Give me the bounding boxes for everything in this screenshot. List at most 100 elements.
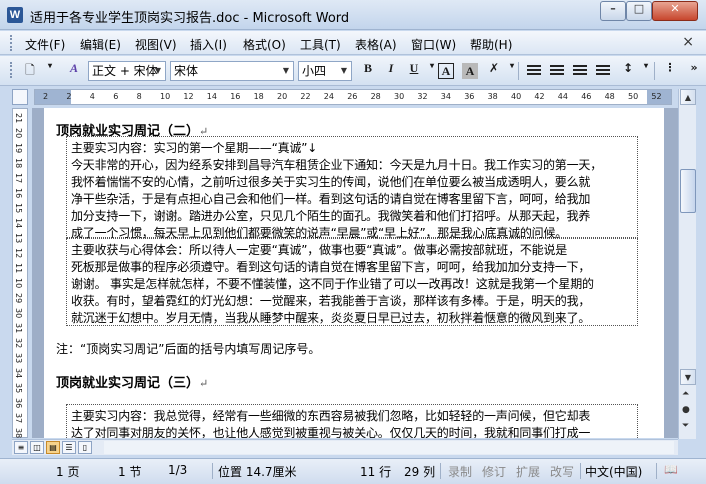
character-scale-icon[interactable]: ✗ [484, 61, 504, 81]
underline-button[interactable]: U [404, 61, 424, 81]
close-button[interactable]: ✕ [652, 1, 698, 21]
status-line: 11 行 [360, 465, 392, 479]
styles-formatting-icon[interactable]: A [64, 61, 84, 81]
menu-edit[interactable]: 编辑(E) [80, 36, 121, 53]
textbox-gains-week-2[interactable]: 主要收获与心得体会：所以待人一定要“真诚”，做事也要“真诚”。做事必需按部就班，… [66, 238, 638, 326]
ruler-tick-label: 30 [14, 308, 23, 319]
vertical-ruler[interactable]: 21 20 19 18 17 16 15 14 13 12 11 10 29 30 31 32 33 34 35 36… [12, 108, 28, 438]
tab-selector-button[interactable] [12, 89, 28, 105]
menu-tools[interactable]: 工具(T) [300, 36, 341, 53]
title-bar: W 适用于各专业学生顶岗实习报告.doc - Microsoft Word – … [0, 0, 706, 30]
menu-view[interactable]: 视图(V) [135, 36, 177, 53]
menu-format[interactable]: 格式(O) [243, 36, 286, 53]
text-line: 主要实习内容：实习的第一个星期——“真诚”↓ [71, 141, 318, 155]
ruler-tick-label: 8 [136, 92, 142, 101]
normal-view-icon[interactable]: ≡ [14, 441, 28, 454]
reading-layout-icon[interactable]: ▯ [78, 441, 92, 454]
ruler-tick-label: 21 [14, 113, 23, 124]
previous-page-icon[interactable]: ⏶ [682, 389, 689, 399]
ruler-tick-label: 52 [651, 92, 662, 101]
print-layout-icon[interactable]: ▤ [46, 441, 60, 454]
ruler-tick-label: 14 [14, 218, 23, 229]
line-spacing-options-icon[interactable]: ▾ [636, 61, 656, 81]
bold-button[interactable]: B [358, 61, 378, 81]
textbox-content-week-2[interactable]: 主要实习内容：实习的第一个星期——“真诚”↓ 今天非常的开心，因为经系安排到昌导汽… [66, 136, 638, 240]
document-close-icon[interactable]: × [682, 34, 694, 50]
align-justify-icon[interactable] [527, 65, 541, 77]
status-track-changes[interactable]: 修订 [482, 463, 506, 480]
ruler-tick-label: 6 [113, 92, 119, 101]
ruler-tick-label: 10 [160, 92, 171, 101]
new-document-icon[interactable]: 🗋 [20, 61, 40, 81]
ruler-tick-label: 26 [347, 92, 358, 101]
text-line: 就沉迷于幻想中。岁月无情，当我从睡梦中醒来，炎炎夏日早已过去，初秋拌着惬意的微风… [71, 311, 591, 325]
status-language[interactable]: 中文(中国) [585, 463, 642, 480]
text-line: 加分支持一下，谢谢。踏进办公室，只见几个陌生的面孔。我微笑着和他们打招呼。从那天… [71, 209, 591, 223]
align-center-icon[interactable] [550, 65, 564, 77]
character-border-button[interactable]: A [438, 63, 454, 79]
select-browse-object-icon[interactable]: ● [682, 405, 690, 415]
horizontal-ruler[interactable]: 2 2 4 6 8 10 12 14 16 18 20 22 24 26 28 30 32 34 36 38 40 42 4… [34, 89, 672, 105]
style-select[interactable]: 正文 + 宋体 ▼ [88, 61, 166, 81]
next-page-icon[interactable]: ⏷ [682, 421, 689, 431]
heading-week-3: 顶岗就业实习周记（三）↵ [56, 372, 208, 391]
ruler-tick-label: 16 [14, 188, 23, 199]
vertical-scrollbar[interactable]: ▲ ▼ ⏶ ● ⏷ [678, 89, 696, 439]
ruler-tick-label: 18 [253, 92, 264, 101]
ruler-tick-label: 48 [604, 92, 615, 101]
ruler-tick-label: 32 [14, 338, 23, 349]
align-right-icon[interactable] [573, 65, 587, 77]
status-divider [656, 463, 657, 479]
style-select-value: 正文 + 宋体 [92, 64, 158, 78]
character-shading-button[interactable]: A [462, 63, 478, 79]
ruler-tick-label: 4 [89, 92, 95, 101]
text-line: 今天非常的开心，因为经系安排到昌导汽车租赁企业下通知：今天是九月十日。我工作实习… [71, 158, 603, 172]
textbox-content-week-3[interactable]: 主要实习内容：我总觉得，经常有一些细微的东西容易被我们忽略，比如轻轻的一声问候，… [66, 404, 638, 438]
line-spacing-icon[interactable]: ↕ [618, 61, 638, 81]
font-size-select[interactable]: 小四 ▼ [298, 61, 352, 81]
toolbar-grip[interactable] [10, 62, 13, 78]
menu-insert[interactable]: 插入(I) [190, 36, 227, 53]
minimize-button[interactable]: – [600, 1, 626, 21]
status-extend[interactable]: 扩展 [516, 463, 540, 480]
text-line: 主要收获与心得体会：所以待人一定要“真诚”，做事也要“真诚”。做事必需按部就班，… [71, 243, 568, 257]
status-record[interactable]: 录制 [448, 463, 472, 480]
status-overtype[interactable]: 改写 [550, 463, 574, 480]
scroll-thumb[interactable] [680, 169, 696, 213]
font-size-value: 小四 [302, 64, 327, 78]
menu-help[interactable]: 帮助(H) [470, 36, 512, 53]
italic-button[interactable]: I [381, 61, 401, 81]
text-line: 净干些杂活，于是有点担心自己会和他们一样。看到这句话的请自觉在博客里留下言，呵呵… [71, 192, 591, 206]
status-divider [212, 463, 213, 479]
text-line: 主要实习内容：我总觉得，经常有一些细微的东西容易被我们忽略，比如轻轻的一声问候，… [71, 409, 591, 423]
distributed-align-icon[interactable] [596, 65, 610, 77]
text-line: 死板那是做事的程序必须遵守。看到这句话的请自觉在博客里留下言，呵呵，给我加加分支… [71, 260, 591, 274]
character-scale-options-icon[interactable]: ▾ [502, 61, 522, 81]
web-layout-icon[interactable]: ◫ [30, 441, 44, 454]
ruler-tick-label: 11 [14, 263, 23, 274]
menu-file[interactable]: 文件(F) [25, 36, 65, 53]
word-app-icon[interactable]: W [7, 7, 23, 23]
menu-table[interactable]: 表格(A) [355, 36, 397, 53]
scroll-up-arrow-icon[interactable]: ▲ [680, 89, 696, 105]
scroll-down-arrow-icon[interactable]: ▼ [680, 369, 696, 385]
menu-window[interactable]: 窗口(W) [411, 36, 456, 53]
ruler-tick-label: 34 [14, 368, 23, 379]
ruler-tick-label: 12 [14, 248, 23, 259]
horizontal-scrollbar[interactable] [104, 441, 674, 454]
toolbar-options-icon[interactable]: ▾ [40, 61, 60, 81]
document-page[interactable]: 顶岗就业实习周记（二）↵ 主要实习内容：实习的第一个星期——“真诚”↓ 今天非常的… [44, 108, 664, 438]
numbering-icon[interactable]: ⋮ [660, 61, 680, 81]
text-line: 我怀着惴惴不安的心情，之前听过很多关于实习生的传闻，说他们在单位要么被当成透明人… [71, 175, 591, 189]
ruler-tick-label: 32 [417, 92, 428, 101]
font-select[interactable]: 宋体 ▼ [170, 61, 294, 81]
outline-view-icon[interactable]: ☰ [62, 441, 76, 454]
ruler-tick-label: 14 [206, 92, 217, 101]
maximize-button[interactable]: □ [626, 1, 652, 21]
document-area[interactable]: 顶岗就业实习周记（二）↵ 主要实习内容：实习的第一个星期——“真诚”↓ 今天非常的… [32, 108, 678, 438]
ruler-tick-label: 42 [534, 92, 545, 101]
menu-grip[interactable] [10, 35, 13, 51]
spelling-check-icon[interactable]: 📖 [664, 463, 678, 476]
ruler-tick-label: 19 [14, 143, 23, 154]
toolbar-overflow-icon[interactable]: » [684, 61, 704, 81]
